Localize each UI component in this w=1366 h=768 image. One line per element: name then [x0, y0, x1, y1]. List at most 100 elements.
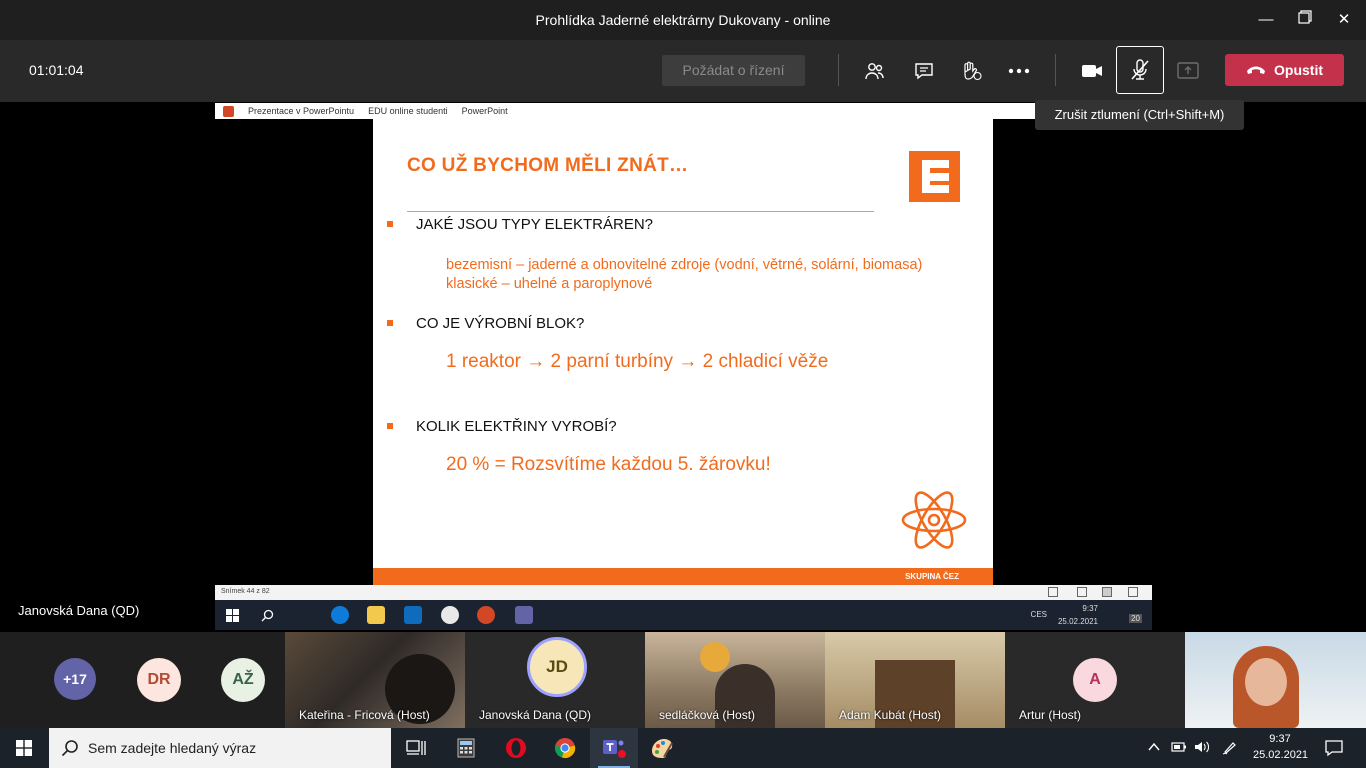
slideshow-icon[interactable] [1128, 587, 1138, 597]
slide-sorter-icon[interactable] [1077, 587, 1087, 597]
participant-name: Adam Kubát (Host) [839, 708, 942, 722]
video-feed [700, 642, 730, 672]
taskbar-search[interactable]: Sem zadejte hledaný výraz [49, 728, 391, 768]
app-icon [441, 606, 459, 624]
outlook-icon [404, 606, 422, 624]
normal-view-icon[interactable] [1048, 587, 1058, 597]
ppt-tab: EDU online studenti [368, 106, 448, 116]
mic-toggle-button[interactable] [1116, 46, 1164, 94]
window-title: Prohlídka Jaderné elektrárny Dukovany - … [535, 12, 831, 28]
raise-hand-icon[interactable] [953, 54, 989, 88]
mic-muted-icon [1131, 59, 1149, 80]
presenter-label: Janovská Dana (QD) [18, 603, 140, 618]
participant-tile[interactable]: sedláčková (Host) [645, 632, 825, 728]
chevron-up-icon[interactable] [1148, 742, 1160, 752]
question: KOLIK ELEKTŘINY VYROBÍ? [416, 418, 617, 435]
windows-start-icon [16, 740, 32, 756]
slide-footer: SKUPINA ČEZ [373, 568, 993, 585]
ppt-status-bar: Snímek 44 z 82 [215, 585, 1152, 600]
hang-up-icon [1247, 66, 1265, 74]
tray-time: 9:37 [1082, 604, 1098, 613]
share-tray-icon[interactable] [1170, 54, 1206, 88]
windows-start-icon [226, 609, 239, 622]
slide-counter: Snímek 44 z 82 [221, 588, 270, 595]
start-button[interactable] [0, 728, 48, 768]
powerpoint-icon [477, 606, 495, 624]
title-rule [407, 211, 874, 212]
calculator-button[interactable] [442, 728, 490, 768]
chrome-button[interactable] [541, 728, 589, 768]
pen-icon[interactable] [1222, 739, 1238, 755]
request-control-button[interactable]: Požádat o řízení [662, 55, 805, 86]
notification-count: 20 [1129, 614, 1142, 623]
clock-time: 9:37 [1269, 733, 1291, 745]
divider [838, 54, 839, 86]
participants-icon[interactable] [857, 54, 893, 88]
calculator-icon [457, 738, 475, 758]
opera-icon [506, 738, 526, 758]
answer-line: 1 reaktor → 2 parní turbíny → 2 chladicí… [446, 351, 829, 372]
edge-icon [331, 606, 349, 624]
more-participants-badge[interactable]: +17 [54, 658, 96, 700]
mic-tooltip: Zrušit ztlumení (Ctrl+Shift+M) [1035, 100, 1244, 130]
search-icon [261, 609, 274, 622]
avatar[interactable]: AŽ [221, 658, 265, 702]
restore-icon[interactable] [1292, 8, 1318, 32]
question: CO JE VÝROBNÍ BLOK? [416, 315, 585, 332]
folder-icon [367, 606, 385, 624]
bullet-icon [387, 221, 393, 227]
participant-name: sedláčková (Host) [659, 708, 756, 722]
answer-line: bezemisní – jaderné a obnovitelné zdroje… [446, 257, 923, 273]
shared-taskbar: CES 9:37 25.02.2021 20 [215, 600, 1152, 630]
self-video-tile[interactable] [1185, 632, 1366, 728]
leave-button[interactable]: Opustit [1225, 54, 1344, 86]
participant-tile[interactable]: Adam Kubát (Host) [825, 632, 1005, 728]
powerpoint-titlebar: Prezentace v PowerPointu EDU online stud… [215, 103, 1152, 119]
teams-meeting-window: Prohlídka Jaderné elektrárny Dukovany - … [0, 0, 1366, 768]
ppt-tab: Prezentace v PowerPointu [248, 106, 355, 116]
meeting-controls: 01:01:04 Požádat o řízení Opustit [0, 40, 1366, 102]
participant-tile[interactable]: A Artur (Host) [1005, 632, 1185, 728]
title-bar: Prohlídka Jaderné elektrárny Dukovany - … [0, 0, 1366, 40]
lang-indicator: CES [1030, 610, 1047, 619]
search-placeholder: Sem zadejte hledaný výraz [88, 740, 257, 756]
paint-icon [652, 739, 673, 758]
participant-name: Artur (Host) [1019, 708, 1082, 722]
chrome-icon [554, 738, 576, 758]
powerpoint-icon [223, 105, 234, 117]
opera-button[interactable] [492, 728, 540, 768]
notifications-icon[interactable] [1325, 739, 1343, 757]
camera-icon[interactable] [1074, 54, 1110, 88]
meeting-timer: 01:01:04 [29, 62, 84, 78]
bullet-icon [387, 320, 393, 326]
question: JAKÉ JSOU TYPY ELEKTRÁREN? [416, 216, 654, 233]
ppt-tab: PowerPoint [461, 106, 508, 116]
avatar: JD [527, 637, 587, 697]
reading-view-icon[interactable] [1102, 587, 1112, 597]
avatar[interactable]: DR [137, 658, 181, 702]
divider [1055, 54, 1056, 86]
taskbar-clock[interactable]: 9:37 25.02.2021 [1253, 731, 1309, 763]
volume-icon[interactable] [1194, 740, 1210, 754]
chat-icon[interactable] [906, 54, 942, 88]
minimize-icon[interactable]: — [1253, 8, 1279, 32]
task-view-button[interactable] [392, 728, 440, 768]
paint-button[interactable] [638, 728, 686, 768]
avatar: A [1073, 658, 1117, 702]
close-icon[interactable]: ✕ [1331, 8, 1357, 32]
battery-icon[interactable] [1171, 740, 1187, 754]
clock-date: 25.02.2021 [1253, 749, 1309, 761]
more-options-icon[interactable] [1001, 54, 1037, 88]
cez-logo-icon [909, 151, 960, 202]
bullet-icon [387, 423, 393, 429]
participant-tile[interactable]: Kateřina - Fricová (Host) [285, 632, 465, 728]
answer-line: klasické – uhelné a paroplynové [446, 276, 653, 292]
teams-button[interactable] [590, 728, 638, 768]
participant-tile[interactable]: JD Janovská Dana (QD) [465, 632, 645, 728]
tray-date: 25.02.2021 [1057, 617, 1098, 626]
teams-icon [515, 606, 533, 624]
teams-icon [603, 740, 626, 758]
task-view-icon [406, 740, 426, 755]
video-feed [1245, 658, 1287, 706]
leave-label: Opustit [1274, 62, 1323, 78]
